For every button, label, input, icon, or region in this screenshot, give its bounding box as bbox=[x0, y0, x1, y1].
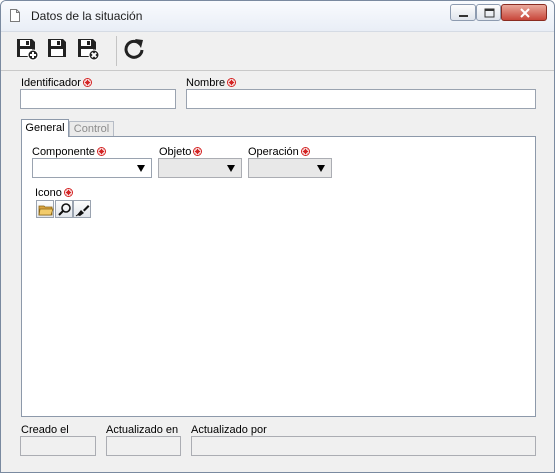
objeto-label-text: Objeto bbox=[159, 146, 192, 158]
operacion-label: Operación bbox=[248, 146, 310, 158]
identificador-label-text: Identificador bbox=[21, 77, 81, 89]
required-asterisk-icon bbox=[300, 147, 310, 156]
title-bar: Datos de la situación bbox=[1, 1, 554, 32]
creado-label: Creado el bbox=[21, 424, 69, 436]
actualizado-en-label: Actualizado en bbox=[106, 424, 179, 436]
save-close-icon[interactable] bbox=[76, 37, 100, 61]
chevron-down-icon bbox=[137, 165, 145, 172]
tab-general[interactable]: General bbox=[21, 119, 69, 137]
required-asterisk-icon bbox=[227, 78, 237, 87]
browse-icon-button[interactable] bbox=[36, 200, 54, 218]
identificador-input[interactable] bbox=[20, 89, 176, 109]
window: Datos de la situación Identificador Nomb… bbox=[0, 0, 555, 473]
chevron-down-icon bbox=[227, 165, 235, 172]
close-button[interactable] bbox=[501, 4, 547, 21]
componente-label-text: Componente bbox=[32, 146, 95, 158]
objeto-select[interactable] bbox=[158, 158, 242, 178]
magnifier-icon bbox=[58, 203, 71, 216]
icono-label: Icono bbox=[35, 187, 73, 199]
refresh-icon[interactable] bbox=[122, 37, 146, 61]
general-tab-panel bbox=[21, 136, 536, 417]
icono-label-text: Icono bbox=[35, 187, 62, 199]
nombre-label-text: Nombre bbox=[186, 77, 226, 89]
actualizado-por-label: Actualizado por bbox=[191, 424, 267, 436]
eraser-icon bbox=[75, 205, 90, 217]
document-icon bbox=[10, 9, 20, 22]
nombre-label: Nombre bbox=[186, 77, 237, 89]
clear-icon-button[interactable] bbox=[73, 200, 91, 218]
creado-field bbox=[20, 436, 96, 456]
toolbar bbox=[1, 32, 554, 71]
required-asterisk-icon bbox=[193, 147, 203, 156]
folder-open-icon bbox=[38, 205, 54, 216]
operacion-label-text: Operación bbox=[248, 146, 299, 158]
maximize-button[interactable] bbox=[476, 4, 501, 21]
operacion-select[interactable] bbox=[248, 158, 332, 178]
actualizado-en-field bbox=[106, 436, 181, 456]
componente-select[interactable] bbox=[32, 158, 152, 178]
toolbar-separator bbox=[116, 36, 117, 66]
objeto-label: Objeto bbox=[159, 146, 203, 158]
close-icon bbox=[520, 8, 530, 18]
save-icon[interactable] bbox=[46, 37, 70, 61]
minimize-button[interactable] bbox=[450, 4, 476, 21]
minimize-icon bbox=[459, 15, 468, 17]
maximize-icon bbox=[484, 8, 495, 18]
identificador-label: Identificador bbox=[21, 77, 92, 89]
required-asterisk-icon bbox=[63, 188, 73, 197]
required-asterisk-icon bbox=[97, 147, 106, 156]
window-title: Datos de la situación bbox=[31, 9, 143, 23]
required-asterisk-icon bbox=[82, 78, 92, 87]
chevron-down-icon bbox=[317, 165, 325, 172]
save-new-icon[interactable] bbox=[15, 37, 39, 61]
actualizado-por-field bbox=[191, 436, 536, 456]
tab-control[interactable]: Control bbox=[69, 121, 114, 137]
search-icon-button[interactable] bbox=[55, 200, 73, 218]
componente-label: Componente bbox=[32, 146, 106, 158]
nombre-input[interactable] bbox=[186, 89, 536, 109]
